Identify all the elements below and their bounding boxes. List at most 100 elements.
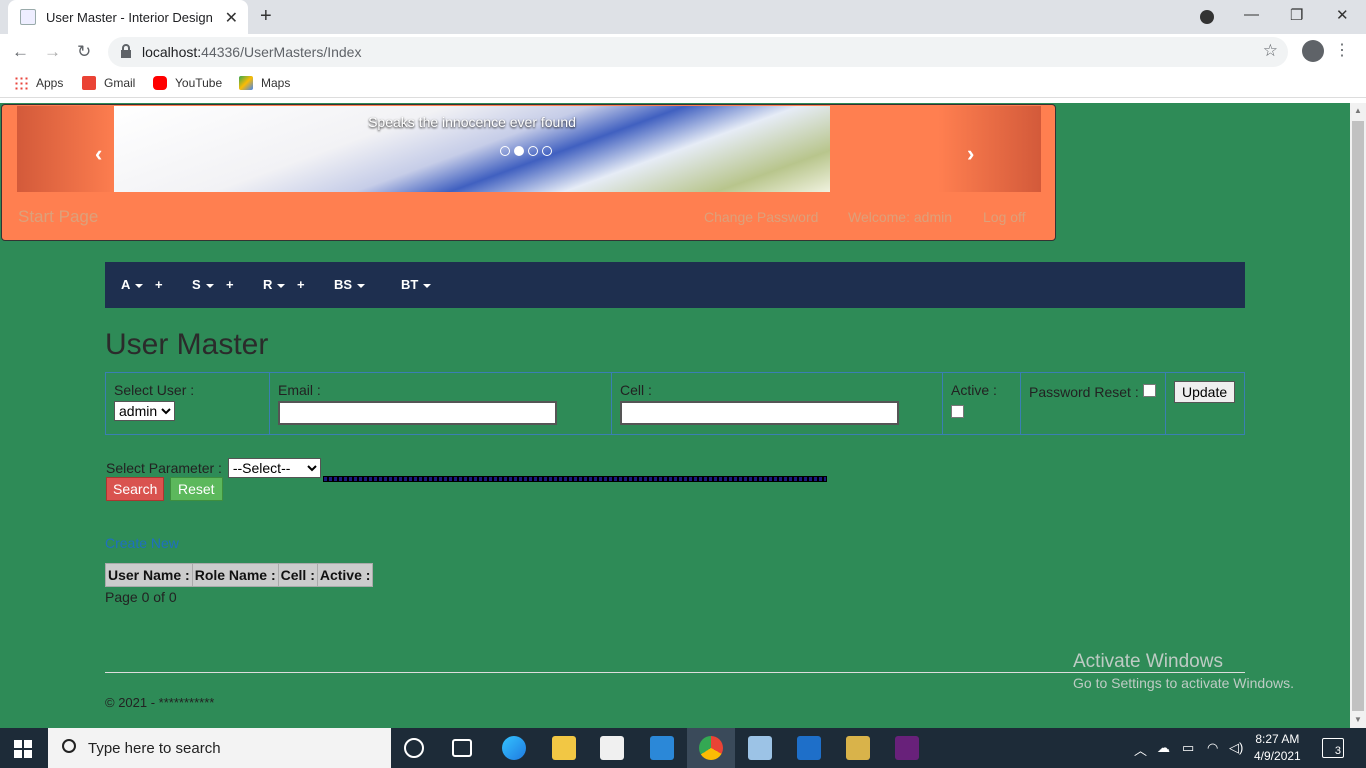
notification-center-icon[interactable]: 3 [1322, 738, 1344, 758]
taskbar-search-box[interactable]: Type here to search [48, 728, 391, 768]
file-explorer-icon[interactable] [552, 736, 576, 760]
scroll-up-icon[interactable]: ▲ [1354, 106, 1362, 115]
carousel-indicator-dot[interactable] [514, 146, 524, 156]
bookmark-gmail[interactable]: Gmail [82, 76, 135, 90]
youtube-icon [153, 76, 167, 90]
cell-field[interactable] [620, 401, 899, 425]
change-password-link[interactable]: Change Password [704, 209, 818, 225]
main-navbar: A + S + R + BS BT [105, 262, 1245, 308]
reload-icon[interactable]: ↻ [77, 42, 91, 62]
nav-menu-r[interactable]: R [263, 277, 286, 292]
tab-search-icon[interactable] [1200, 10, 1214, 24]
search-button[interactable]: Search [106, 477, 165, 501]
col-user-name[interactable]: User Name : [106, 564, 193, 586]
visual-studio-icon[interactable] [895, 736, 919, 760]
update-button[interactable]: Update [1174, 381, 1236, 403]
password-reset-checkbox[interactable] [1143, 384, 1156, 397]
welcome-user-link[interactable]: Welcome: admin [848, 209, 952, 225]
gmail-icon [82, 76, 96, 90]
scroll-down-icon[interactable]: ▼ [1354, 715, 1362, 724]
nav-menu-s[interactable]: S [192, 277, 214, 292]
store-icon[interactable] [600, 736, 624, 760]
nav-add-r[interactable]: + [297, 277, 305, 292]
volume-icon[interactable]: ◁) [1229, 740, 1243, 756]
forward-icon[interactable]: → [44, 42, 61, 62]
select-parameter-dropdown[interactable]: --Select-- [227, 458, 321, 478]
carousel-indicators [500, 146, 552, 156]
wifi-icon[interactable]: ◠ [1207, 740, 1218, 756]
task-view-icon[interactable] [452, 739, 472, 757]
bookmarks-bar: Apps Gmail YouTube Maps [0, 70, 1366, 98]
close-tab-icon[interactable]: ✕ [225, 8, 238, 28]
edge-icon[interactable] [502, 736, 526, 760]
cell-phone-cell: Cell : [612, 373, 943, 434]
taskbar-search-placeholder: Type here to search [88, 739, 221, 757]
taskbar-clock[interactable]: 8:27 AM 4/9/2021 [1254, 731, 1301, 765]
tray-chevron-up-icon[interactable]: ︿ [1134, 740, 1147, 759]
address-bar[interactable]: localhost: 44336/UserMasters/Index [108, 37, 1288, 67]
mail-icon[interactable] [650, 736, 674, 760]
carousel-caption: Speaks the innocence ever found [368, 114, 576, 130]
back-icon[interactable]: ← [12, 42, 29, 62]
browser-toolbar: ← → ↻ localhost: 44336/UserMasters/Index … [0, 34, 1366, 70]
bookmark-star-icon[interactable]: ☆ [1263, 41, 1278, 61]
caret-down-icon [357, 283, 366, 288]
windows-taskbar: Type here to search ︿ ☁ ▭ ◠ ◁) 8:27 AM 4… [0, 728, 1366, 768]
active-checkbox[interactable] [951, 405, 964, 418]
onedrive-icon[interactable]: ☁ [1157, 740, 1170, 756]
nav-menu-bt[interactable]: BT [401, 277, 432, 292]
windows-start-icon[interactable] [14, 740, 32, 758]
carousel-next-icon[interactable]: › [967, 141, 974, 167]
battery-icon[interactable]: ▭ [1182, 740, 1194, 756]
page-title: User Master [105, 328, 269, 361]
reset-button[interactable]: Reset [170, 477, 223, 501]
notepad-icon[interactable] [748, 736, 772, 760]
nav-menu-bs[interactable]: BS [334, 277, 366, 292]
sql-tool-icon[interactable] [846, 736, 870, 760]
email-field[interactable] [278, 401, 557, 425]
nav-add-s[interactable]: + [226, 277, 234, 292]
cortana-icon[interactable] [404, 738, 424, 758]
active-label: Active : [951, 382, 997, 398]
close-window-icon[interactable]: ✕ [1336, 6, 1349, 24]
carousel-prev-icon[interactable]: ‹ [95, 141, 102, 167]
loading-progress-bar [323, 476, 827, 482]
page-scrollbar[interactable]: ▲ ▼ [1350, 103, 1366, 728]
header-banner: ‹ Speaks the innocence ever found › Star… [1, 104, 1056, 241]
carousel-indicator-dot[interactable] [542, 146, 552, 156]
maps-icon [239, 76, 253, 90]
log-off-link[interactable]: Log off [983, 209, 1026, 225]
active-cell: Active : [943, 373, 1021, 434]
restore-icon[interactable]: ❐ [1290, 6, 1303, 24]
email-label: Email : [278, 382, 321, 398]
col-role-name[interactable]: Role Name : [193, 564, 279, 586]
bookmark-youtube[interactable]: YouTube [153, 76, 222, 90]
nav-add-a[interactable]: + [155, 277, 163, 292]
create-new-link[interactable]: Create New [105, 535, 179, 551]
select-user-label: Select User : [114, 382, 195, 398]
bookmark-maps[interactable]: Maps [239, 76, 290, 90]
chrome-icon[interactable] [699, 736, 723, 760]
carousel-indicator-dot[interactable] [500, 146, 510, 156]
col-cell[interactable]: Cell : [279, 564, 318, 586]
page-content: ‹ Speaks the innocence ever found › Star… [0, 103, 1350, 728]
carousel-indicator-dot[interactable] [528, 146, 538, 156]
browser-menu-icon[interactable]: ⋮ [1334, 40, 1350, 60]
select-user-dropdown[interactable]: admin [114, 401, 175, 421]
search-icon [62, 739, 76, 753]
pager-text: Page 0 of 0 [105, 589, 177, 605]
start-page-link[interactable]: Start Page [18, 207, 98, 227]
minimize-icon[interactable]: — [1244, 6, 1259, 23]
email-cell: Email : [270, 373, 612, 434]
scrollbar-thumb[interactable] [1352, 121, 1364, 711]
bookmark-apps[interactable]: Apps [14, 76, 63, 90]
media-player-icon[interactable] [797, 736, 821, 760]
new-tab-button[interactable]: + [260, 5, 272, 28]
tab-title: User Master - Interior Design [46, 9, 213, 25]
nav-menu-a[interactable]: A [121, 277, 144, 292]
profile-avatar-icon[interactable] [1302, 40, 1324, 62]
select-parameter-label: Select Parameter : [106, 460, 222, 476]
footer-copyright: © 2021 - *********** [105, 695, 215, 710]
col-active[interactable]: Active : [318, 564, 373, 586]
browser-tab[interactable]: User Master - Interior Design ✕ [8, 0, 248, 34]
